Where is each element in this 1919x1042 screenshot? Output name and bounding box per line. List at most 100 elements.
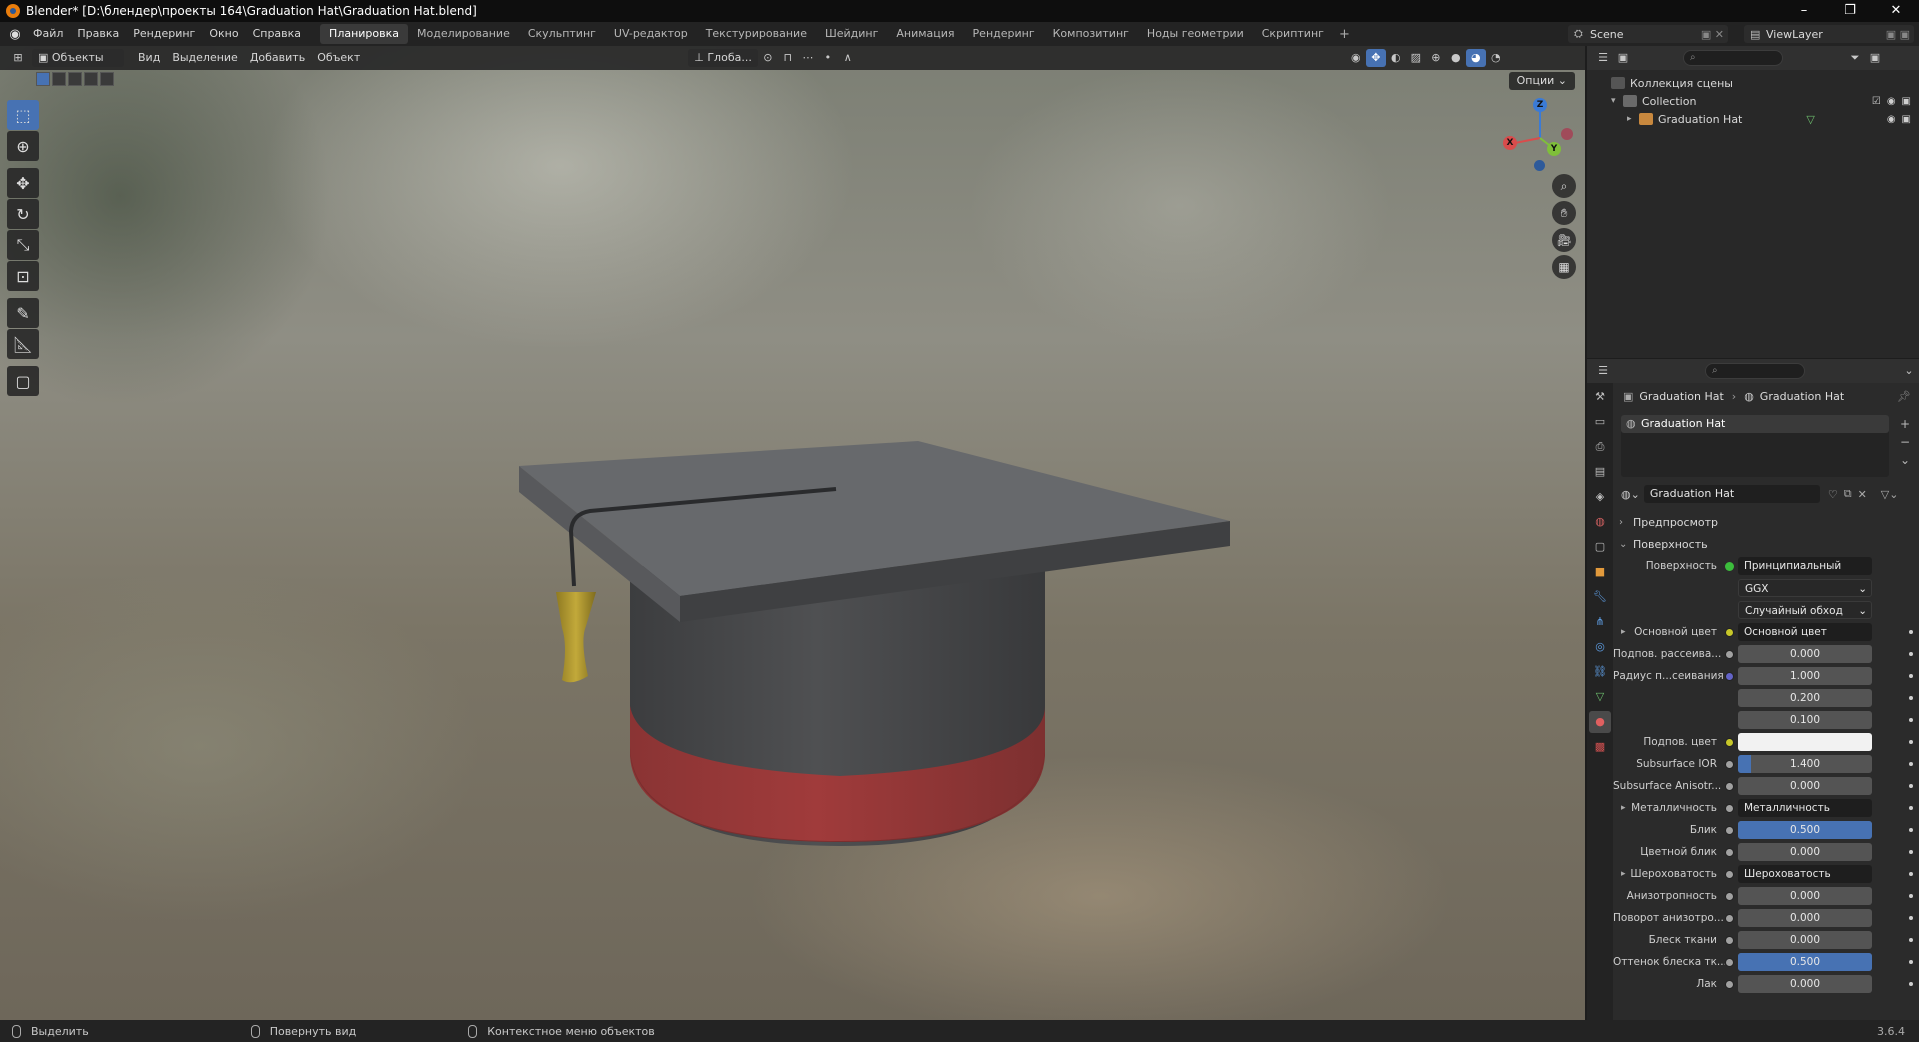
maximize-button[interactable]: ❐	[1827, 0, 1873, 22]
slot-specials-icon[interactable]: ⌄	[1897, 451, 1913, 469]
keyframe-dot-icon[interactable]	[1909, 828, 1913, 832]
outliner-editor-type-icon[interactable]: ☰	[1593, 49, 1613, 67]
select-intersect-icon[interactable]	[100, 72, 114, 86]
rendered-shading-icon[interactable]: ◔	[1486, 49, 1506, 67]
menu-add[interactable]: Добавить	[244, 49, 311, 67]
input-socket-icon[interactable]	[1725, 935, 1734, 945]
keyframe-dot-icon[interactable]	[1909, 718, 1913, 722]
keyframe-dot-icon[interactable]	[1909, 762, 1913, 766]
input-socket-icon[interactable]	[1725, 891, 1734, 901]
menu-view[interactable]: Вид	[132, 49, 166, 67]
tab-scripting[interactable]: Скриптинг	[1253, 24, 1333, 44]
annotate-tool-icon[interactable]: ✎	[7, 298, 39, 328]
keyframe-dot-icon[interactable]	[1909, 982, 1913, 986]
browse-material-icon[interactable]: ◍⌄	[1621, 488, 1640, 501]
outliner-object-graduation-hat[interactable]: ▸ Graduation Hat ▽ ◉ ▣	[1587, 110, 1919, 128]
color-swatch-field[interactable]	[1738, 733, 1872, 751]
keyframe-dot-icon[interactable]	[1909, 850, 1913, 854]
tab-uv-editing[interactable]: UV-редактор	[605, 24, 697, 44]
tab-shading[interactable]: Шейдинг	[816, 24, 887, 44]
snap-target-icon[interactable]: ⋯	[798, 49, 818, 67]
unlink-material-icon[interactable]: ✕	[1858, 488, 1867, 501]
select-box-tool-icon[interactable]: ⬚	[7, 100, 39, 130]
numeric-field[interactable]: 0.500	[1738, 821, 1872, 839]
keyframe-dot-icon[interactable]	[1909, 938, 1913, 942]
expand-input-icon[interactable]: ▸	[1621, 869, 1626, 879]
distribution-dropdown[interactable]: GGX ⌄	[1738, 579, 1872, 597]
numeric-field[interactable]: 0.000	[1738, 975, 1872, 993]
wireframe-shading-icon[interactable]: ⊕	[1426, 49, 1446, 67]
gizmo-toggle-icon[interactable]: ✥	[1365, 49, 1386, 67]
keyframe-dot-icon[interactable]	[1909, 784, 1913, 788]
modifier-tab-icon[interactable]: 🔧︎	[1589, 586, 1611, 608]
tool-tab-icon[interactable]: ⚒	[1589, 386, 1611, 408]
display-mode-icon[interactable]: ▣	[1613, 49, 1633, 67]
numeric-field[interactable]: 0.000	[1738, 843, 1872, 861]
world-tab-icon[interactable]: ◍	[1589, 511, 1611, 533]
gizmo-y-axis[interactable]: Y	[1547, 142, 1561, 156]
cursor-tool-icon[interactable]: ⊕	[7, 131, 39, 161]
move-tool-icon[interactable]: ✥	[7, 168, 39, 198]
properties-editor-type-icon[interactable]: ☰	[1593, 362, 1613, 380]
material-tab-icon[interactable]: ●	[1589, 711, 1611, 733]
menu-file[interactable]: Файл	[26, 22, 70, 46]
input-socket-icon[interactable]	[1725, 627, 1734, 637]
expand-input-icon[interactable]: ▸	[1621, 803, 1626, 813]
keyframe-dot-icon[interactable]	[1909, 696, 1913, 700]
menu-help[interactable]: Справка	[246, 22, 308, 46]
input-socket-icon[interactable]	[1725, 869, 1734, 879]
menu-edit[interactable]: Правка	[70, 22, 126, 46]
input-socket-icon[interactable]	[1725, 913, 1734, 923]
linked-input-field[interactable]: Основной цвет	[1738, 623, 1872, 641]
input-socket-icon[interactable]	[1725, 781, 1734, 791]
physics-tab-icon[interactable]: ◎	[1589, 636, 1611, 658]
new-scene-icon[interactable]: ▣ ✕	[1701, 28, 1724, 41]
numeric-field[interactable]: 1.000	[1738, 667, 1872, 685]
menu-window[interactable]: Окно	[202, 22, 245, 46]
texture-tab-icon[interactable]: ▩	[1589, 736, 1611, 758]
gizmo-x-axis[interactable]: X	[1503, 136, 1517, 150]
tab-geometry-nodes[interactable]: Ноды геометрии	[1138, 24, 1253, 44]
proportional-edit-icon[interactable]: •	[818, 49, 838, 67]
zoom-icon[interactable]: ⌕	[1552, 174, 1576, 198]
keyframe-dot-icon[interactable]	[1909, 960, 1913, 964]
eye-icon[interactable]: ◉	[1887, 114, 1896, 125]
perspective-toggle-icon[interactable]: ▦	[1552, 255, 1576, 279]
outliner-scene-collection[interactable]: Коллекция сцены	[1587, 74, 1919, 92]
numeric-field[interactable]: 0.000	[1738, 777, 1872, 795]
numeric-field[interactable]: 0.000	[1738, 931, 1872, 949]
menu-select[interactable]: Выделение	[166, 49, 244, 67]
close-button[interactable]: ✕	[1873, 0, 1919, 22]
scene-selector[interactable]: ⛭ Scene ▣ ✕	[1568, 25, 1728, 43]
keyframe-dot-icon[interactable]	[1909, 740, 1913, 744]
surface-section-header[interactable]: ⌄ Поверхность	[1613, 533, 1919, 555]
keyframe-dot-icon[interactable]	[1909, 674, 1913, 678]
tab-rendering[interactable]: Рендеринг	[964, 24, 1044, 44]
add-slot-icon[interactable]: +	[1897, 415, 1913, 433]
input-socket-icon[interactable]	[1725, 979, 1734, 989]
object-tab-icon[interactable]: ■	[1589, 561, 1611, 583]
particles-tab-icon[interactable]: ⋔	[1589, 611, 1611, 633]
keyframe-dot-icon[interactable]	[1909, 806, 1913, 810]
select-subtract-icon[interactable]	[68, 72, 82, 86]
keyframe-dot-icon[interactable]	[1909, 652, 1913, 656]
measure-tool-icon[interactable]: 📐︎	[7, 329, 39, 359]
preview-section-header[interactable]: › Предпросмотр	[1613, 511, 1919, 533]
input-socket-icon[interactable]	[1725, 759, 1734, 769]
duplicate-material-icon[interactable]: ⧉	[1844, 487, 1852, 501]
keyframe-dot-icon[interactable]	[1909, 916, 1913, 920]
menu-render[interactable]: Рендеринг	[126, 22, 202, 46]
xray-toggle-icon[interactable]: ▨	[1406, 49, 1426, 67]
editor-type-icon[interactable]: ⊞	[8, 49, 28, 67]
keyframe-dot-icon[interactable]	[1909, 894, 1913, 898]
select-new-icon[interactable]	[36, 72, 50, 86]
input-socket-icon[interactable]	[1725, 671, 1734, 681]
gizmo-neg-x-axis[interactable]	[1561, 128, 1573, 140]
new-collection-icon[interactable]: ▣	[1865, 49, 1885, 67]
expand-arrow-icon[interactable]: ▸	[1627, 114, 1639, 124]
mesh-data-icon[interactable]: ▽	[1806, 113, 1814, 126]
mesh-data-tab-icon[interactable]: ▽	[1589, 686, 1611, 708]
numeric-field[interactable]: 0.500	[1738, 953, 1872, 971]
add-workspace-button[interactable]: +	[1333, 27, 1356, 42]
tab-sculpting[interactable]: Скульптинг	[519, 24, 605, 44]
